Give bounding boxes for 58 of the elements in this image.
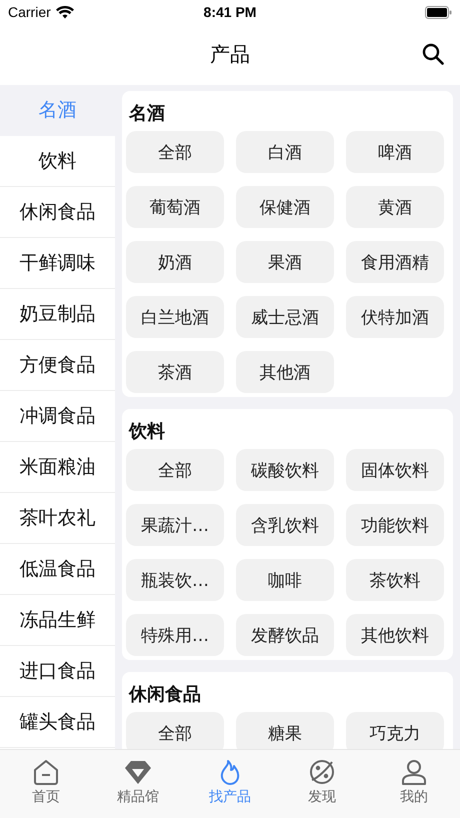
subcategory-chip[interactable]: 瓶装饮…: [126, 559, 224, 601]
tab-item[interactable]: 精品馆: [92, 750, 184, 818]
category-item[interactable]: 低温食品: [0, 544, 115, 595]
category-item[interactable]: 方便食品: [0, 340, 115, 391]
subcategory-chip[interactable]: 全部: [126, 712, 224, 749]
carrier-name: Carrier: [8, 4, 51, 20]
category-item[interactable]: 罐头食品: [0, 697, 115, 748]
category-item[interactable]: 冲调食品: [0, 391, 115, 442]
subcategory-chip[interactable]: 巧克力: [346, 712, 444, 749]
category-item[interactable]: 米面粮油: [0, 442, 115, 493]
category-item[interactable]: 进口食品: [0, 646, 115, 697]
person-icon: [400, 758, 428, 786]
subcategory-chip[interactable]: 全部: [126, 449, 224, 491]
subcategory-chip[interactable]: 糖果: [236, 712, 334, 749]
planet-icon: [308, 758, 336, 786]
section-title: 饮料: [128, 420, 166, 444]
subcategory-chip[interactable]: 其他酒: [236, 351, 334, 393]
category-item[interactable]: 茶叶农礼: [0, 493, 115, 544]
category-item[interactable]: 干鲜调味: [0, 238, 115, 289]
subcategory-chip[interactable]: 固体饮料: [346, 449, 444, 491]
subcategory-chip[interactable]: 含乳饮料: [236, 504, 334, 546]
subcategory-chip[interactable]: 果蔬汁…: [126, 504, 224, 546]
tab-item[interactable]: 发现: [276, 750, 368, 818]
subcategory-chip[interactable]: 黄酒: [346, 186, 444, 228]
subcategory-chip[interactable]: 白酒: [236, 131, 334, 173]
subcategory-chip[interactable]: 白兰地酒: [126, 296, 224, 338]
subcategory-chip[interactable]: 功能饮料: [346, 504, 444, 546]
subcategory-chip[interactable]: 果酒: [236, 241, 334, 283]
subcategory-chip[interactable]: 特殊用…: [126, 614, 224, 656]
tab-item[interactable]: 首页: [0, 750, 92, 818]
subcategory-chip[interactable]: 保健酒: [236, 186, 334, 228]
gem-icon: [124, 758, 152, 786]
subcategory-chip[interactable]: 伏特加酒: [346, 296, 444, 338]
search-icon[interactable]: [422, 43, 444, 65]
section-title: 名酒: [128, 102, 166, 126]
status-time: 8:41 PM: [204, 4, 256, 20]
battery-icon: [424, 6, 452, 18]
subcategory-chip[interactable]: 葡萄酒: [126, 186, 224, 228]
subcategory-chip[interactable]: 奶酒: [126, 241, 224, 283]
category-item[interactable]: 饮料: [0, 136, 115, 187]
subcategory-chip[interactable]: 发酵饮品: [236, 614, 334, 656]
subcategory-chip[interactable]: 茶酒: [126, 351, 224, 393]
wifi-icon: [56, 6, 74, 18]
subcategory-chip[interactable]: 咖啡: [236, 559, 334, 601]
subcategory-chip[interactable]: 全部: [126, 131, 224, 173]
category-item[interactable]: 奶豆制品: [0, 289, 115, 340]
subcategory-chip[interactable]: 啤酒: [346, 131, 444, 173]
page-title: 产品: [210, 41, 250, 68]
subcategory-chip[interactable]: 食用酒精: [346, 241, 444, 283]
house-icon: [32, 758, 60, 786]
tab-item[interactable]: 我的: [368, 750, 460, 818]
subcategory-chip[interactable]: 威士忌酒: [236, 296, 334, 338]
subcategory-chip[interactable]: 茶饮料: [346, 559, 444, 601]
section-title: 休闲食品: [128, 683, 202, 707]
category-item[interactable]: 休闲食品: [0, 187, 115, 238]
subcategory-chip[interactable]: 碳酸饮料: [236, 449, 334, 491]
subcategory-chip[interactable]: 其他饮料: [346, 614, 444, 656]
category-item[interactable]: 冻品生鲜: [0, 595, 115, 646]
